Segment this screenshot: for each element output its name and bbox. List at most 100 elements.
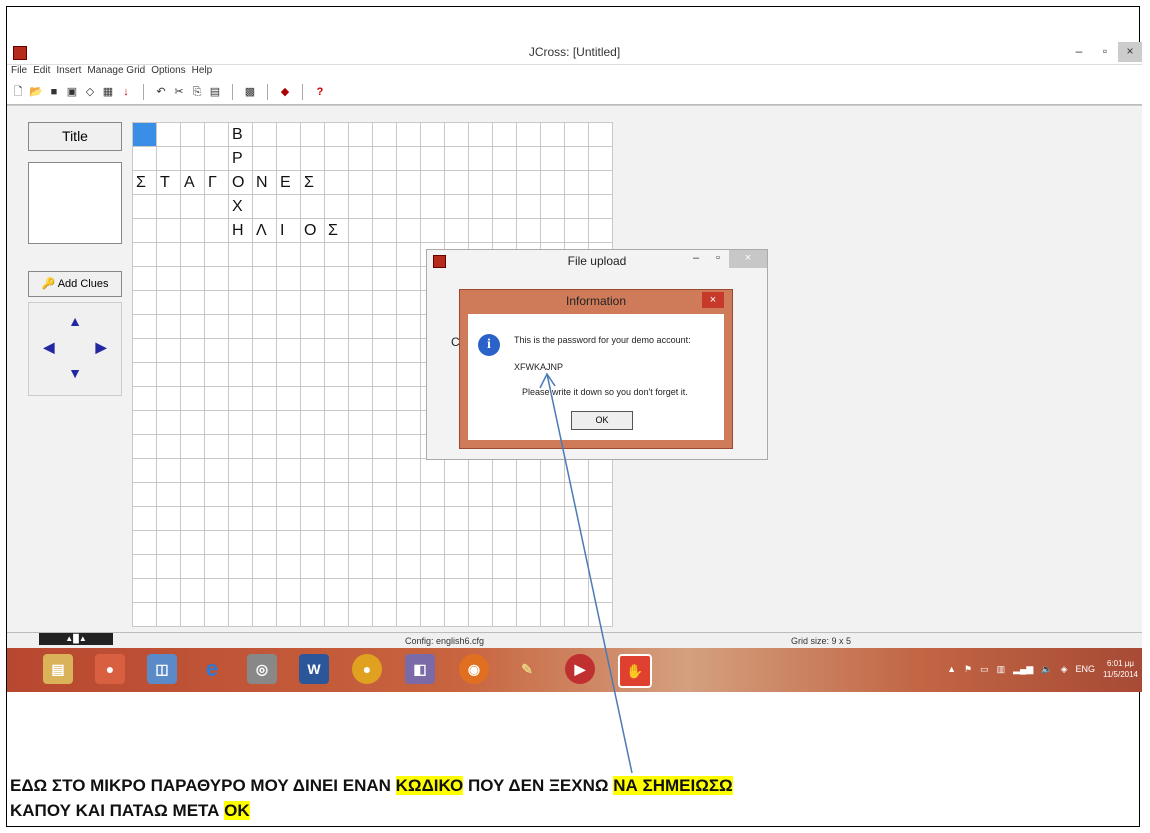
grid-cell[interactable] [324, 242, 349, 267]
grid-cell[interactable] [516, 218, 541, 243]
copy-icon[interactable]: ⎘ [190, 85, 204, 99]
close-button[interactable]: × [1118, 42, 1142, 62]
grid-cell[interactable] [468, 218, 493, 243]
grid-cell[interactable] [132, 506, 157, 531]
grid-cell[interactable] [204, 554, 229, 579]
grid-cell[interactable] [540, 530, 565, 555]
grid-cell[interactable] [324, 338, 349, 363]
grid-cell[interactable] [132, 434, 157, 459]
grid-cell[interactable] [180, 266, 205, 291]
grid-cell[interactable] [492, 458, 517, 483]
grid-cell[interactable] [156, 458, 181, 483]
information-close-button[interactable]: × [702, 292, 724, 308]
grid-cell[interactable] [252, 458, 277, 483]
paste-icon[interactable]: ▤ [208, 85, 222, 99]
grid-cell[interactable] [372, 530, 397, 555]
grid-cell[interactable] [252, 578, 277, 603]
grid-cell[interactable] [588, 146, 613, 171]
grid-cell[interactable] [396, 434, 421, 459]
grid-cell[interactable] [180, 242, 205, 267]
grid-cell[interactable] [300, 554, 325, 579]
grid-cell[interactable] [372, 242, 397, 267]
arrow-up-icon[interactable]: ▲ [67, 313, 83, 329]
grid-cell[interactable] [372, 386, 397, 411]
grid-cell[interactable] [132, 386, 157, 411]
grid-cell[interactable] [228, 602, 253, 627]
grid-cell[interactable] [420, 146, 445, 171]
grid-cell[interactable] [468, 458, 493, 483]
grid-cell[interactable] [372, 170, 397, 195]
grid-cell[interactable] [372, 266, 397, 291]
grid-cell[interactable] [300, 314, 325, 339]
grid-cell[interactable] [324, 554, 349, 579]
grid-cell[interactable] [132, 122, 157, 147]
flag-icon[interactable]: ⚑ [964, 664, 972, 675]
grid-cell[interactable] [180, 458, 205, 483]
grid-cell[interactable] [300, 530, 325, 555]
grid-cell[interactable] [492, 530, 517, 555]
grid-cell[interactable] [540, 194, 565, 219]
grid-cell[interactable] [324, 290, 349, 315]
grid-cell[interactable] [204, 194, 229, 219]
grid-cell[interactable] [492, 482, 517, 507]
grid-cell[interactable] [564, 194, 589, 219]
grid-cell[interactable] [132, 362, 157, 387]
file-upload-minimize-button[interactable]: – [685, 250, 707, 268]
contacts-icon[interactable]: ◧ [405, 654, 435, 684]
collapse-handle[interactable]: ▲█▲ [39, 633, 113, 645]
grid-cell[interactable] [420, 530, 445, 555]
volume-icon[interactable]: 🔈 [1041, 664, 1052, 675]
grid-cell[interactable] [132, 578, 157, 603]
paint-ball-icon[interactable]: ● [95, 654, 125, 684]
grid-cell[interactable] [252, 314, 277, 339]
grid-cell[interactable] [180, 122, 205, 147]
grid-cell[interactable] [132, 218, 157, 243]
grid-cell[interactable] [348, 362, 373, 387]
grid-cell[interactable] [588, 170, 613, 195]
grid-cell[interactable] [228, 242, 253, 267]
new-file-icon[interactable]: 🗋 [11, 85, 25, 99]
grid-cell[interactable] [348, 458, 373, 483]
grid-cell[interactable] [156, 290, 181, 315]
grid-cell[interactable] [396, 218, 421, 243]
grid-cell[interactable] [372, 578, 397, 603]
grid-cell[interactable] [324, 386, 349, 411]
grid-cell[interactable] [180, 386, 205, 411]
grid-cell[interactable] [228, 386, 253, 411]
grid-cell[interactable] [276, 266, 301, 291]
grid-cell[interactable] [564, 146, 589, 171]
grid-cell[interactable] [180, 506, 205, 531]
ok-button[interactable]: OK [571, 411, 633, 430]
grid-cell[interactable] [348, 218, 373, 243]
grid-cell[interactable] [276, 458, 301, 483]
grid-cell[interactable] [132, 410, 157, 435]
grid-cell[interactable] [252, 386, 277, 411]
grid-cell[interactable] [180, 410, 205, 435]
grid-cell[interactable] [276, 530, 301, 555]
grid-cell[interactable] [132, 482, 157, 507]
grid-cell[interactable] [348, 578, 373, 603]
grid-cell[interactable] [444, 146, 469, 171]
grid-cell[interactable] [276, 242, 301, 267]
grid-cell[interactable] [132, 314, 157, 339]
grid-cell[interactable] [372, 482, 397, 507]
grid-cell[interactable] [252, 410, 277, 435]
grid-cell[interactable] [156, 482, 181, 507]
grid-cell[interactable] [588, 458, 613, 483]
grid-cell[interactable] [252, 530, 277, 555]
grid-cell[interactable] [228, 290, 253, 315]
grid-cell[interactable] [348, 290, 373, 315]
language-indicator[interactable]: ENG [1075, 664, 1095, 674]
grid-cell[interactable] [300, 290, 325, 315]
grid-cell[interactable] [276, 362, 301, 387]
grid-cell[interactable] [348, 554, 373, 579]
grid-cell[interactable] [324, 146, 349, 171]
grid-cell[interactable]: Ο [228, 170, 253, 195]
grid-cell[interactable] [372, 194, 397, 219]
grid-cell[interactable]: Β [228, 122, 253, 147]
grid-cell[interactable] [468, 602, 493, 627]
grid-cell[interactable] [540, 602, 565, 627]
grid-cell[interactable] [324, 194, 349, 219]
grid-cell[interactable] [180, 578, 205, 603]
grid-cell[interactable] [372, 410, 397, 435]
